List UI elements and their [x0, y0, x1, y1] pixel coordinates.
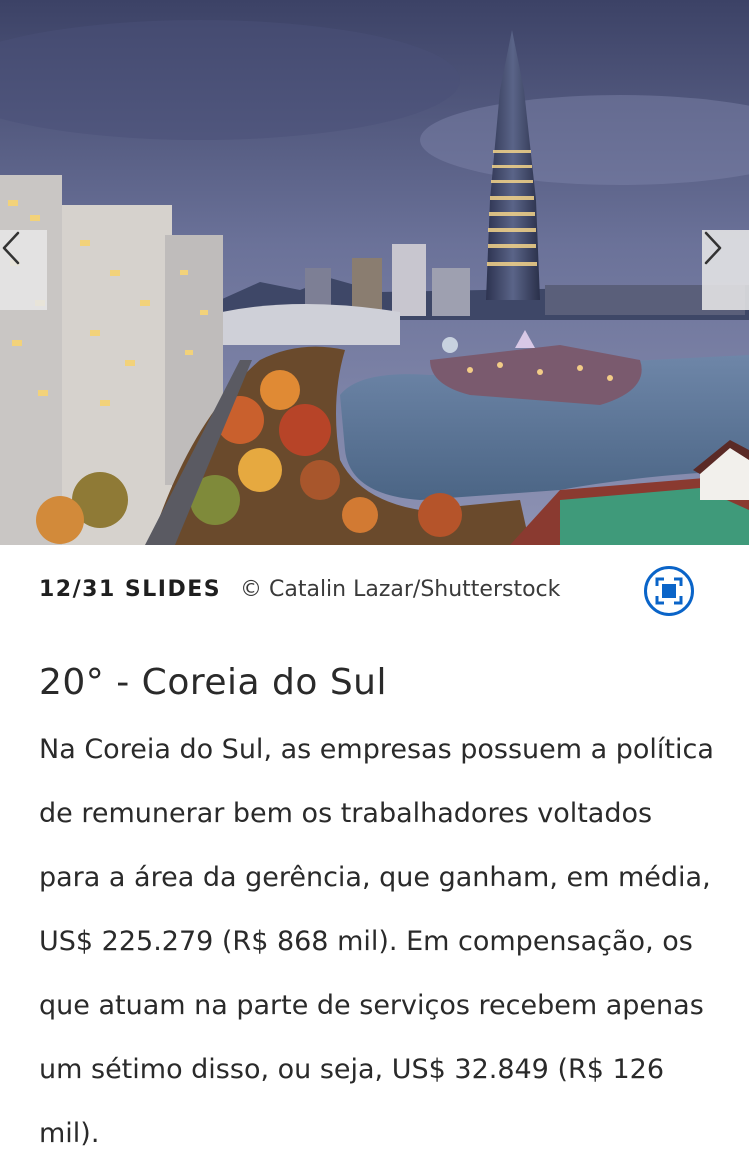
- slide-title: 20° - Coreia do Sul: [39, 662, 388, 703]
- fullscreen-icon: [655, 577, 683, 605]
- chevron-right-icon: [704, 231, 722, 265]
- slide-photo: [0, 0, 749, 545]
- slide-meta-bar: 12/31 SLIDES © Catalin Lazar/Shutterstoc…: [0, 545, 749, 635]
- seoul-skyline-photo: [0, 0, 749, 545]
- fullscreen-button[interactable]: [644, 566, 694, 616]
- slide-counter: 12/31 SLIDES: [39, 577, 222, 602]
- next-slide-button[interactable]: [702, 230, 749, 310]
- chevron-left-icon: [2, 231, 20, 265]
- photo-credit: © Catalin Lazar/Shutterstock: [240, 577, 561, 602]
- slide-body-text: Na Coreia do Sul, as empresas possuem a …: [39, 734, 714, 1149]
- previous-slide-button[interactable]: [0, 230, 47, 310]
